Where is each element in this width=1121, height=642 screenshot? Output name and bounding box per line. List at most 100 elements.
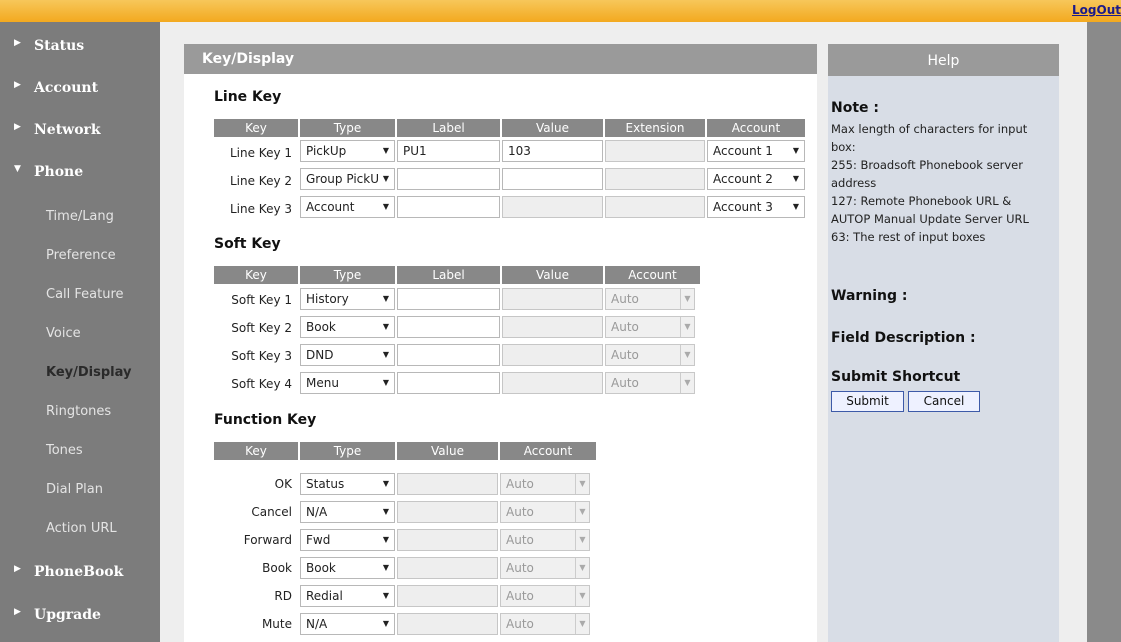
soft-key-account-select[interactable]: Auto ▼ xyxy=(605,344,695,366)
soft-key-type-select[interactable]: DND ▼ xyxy=(300,344,395,366)
line-key-value-input[interactable] xyxy=(502,168,603,190)
function-key-account-select[interactable]: Auto ▼ xyxy=(500,613,590,635)
column-header: Type xyxy=(300,442,395,460)
function-key-title: Function Key xyxy=(214,412,317,428)
line-key-value-input[interactable] xyxy=(502,196,603,218)
note-line: 63: The rest of input boxes xyxy=(831,230,986,244)
soft-key-value-input[interactable] xyxy=(502,372,603,394)
soft-key-label-input[interactable] xyxy=(397,372,500,394)
sidebar-item-preference[interactable]: Preference xyxy=(0,238,160,274)
chevron-down-icon: ▼ xyxy=(680,317,694,337)
function-key-type-select[interactable]: N/A ▼ xyxy=(300,501,395,523)
note-line: 127: Remote Phonebook URL & xyxy=(831,194,1012,208)
line-key-type-select[interactable]: Group PickU ▼ xyxy=(300,168,395,190)
function-key-account-select[interactable]: Auto ▼ xyxy=(500,557,590,579)
column-header: Key xyxy=(214,266,298,284)
function-key-type-select[interactable]: Fwd ▼ xyxy=(300,529,395,551)
triangle-right-icon: ▶ xyxy=(14,122,21,132)
function-key-value-input[interactable] xyxy=(397,473,498,495)
select-value: Status xyxy=(306,477,345,491)
line-key-type-select[interactable]: Account ▼ xyxy=(300,196,395,218)
sidebar-item-phone[interactable]: ▼ Phone xyxy=(0,154,160,190)
chevron-down-icon: ▼ xyxy=(382,619,389,628)
function-key-type-select[interactable]: Status ▼ xyxy=(300,473,395,495)
function-key-value-input[interactable] xyxy=(397,613,498,635)
column-header: Type xyxy=(300,119,395,137)
function-key-type-select[interactable]: N/A ▼ xyxy=(300,613,395,635)
function-key-type-select[interactable]: Redial ▼ xyxy=(300,585,395,607)
soft-key-value-input[interactable] xyxy=(502,316,603,338)
line-key-label: Line Key 1 xyxy=(229,146,292,160)
soft-key-type-select[interactable]: Book ▼ xyxy=(300,316,395,338)
function-key-value-input[interactable] xyxy=(397,529,498,551)
line-key-account-select[interactable]: Account 1 ▼ xyxy=(707,140,805,162)
soft-key-account-select[interactable]: Auto ▼ xyxy=(605,288,695,310)
sidebar-item-label: Upgrade xyxy=(34,607,101,623)
sidebar-item-label: Status xyxy=(34,38,85,54)
soft-key-label-input[interactable] xyxy=(397,344,500,366)
sidebar-item-ringtones[interactable]: Ringtones xyxy=(0,394,160,430)
sidebar-item-tones[interactable]: Tones xyxy=(0,433,160,469)
column-header: Extension xyxy=(605,119,705,137)
cancel-button[interactable]: Cancel xyxy=(908,391,980,412)
sidebar-item-key-display[interactable]: Key/Display xyxy=(0,355,160,391)
sidebar-item-call-feature[interactable]: Call Feature xyxy=(0,277,160,313)
select-value: Auto xyxy=(506,617,534,631)
soft-key-account-select[interactable]: Auto ▼ xyxy=(605,372,695,394)
select-value: Auto xyxy=(506,477,534,491)
function-key-account-select[interactable]: Auto ▼ xyxy=(500,473,590,495)
function-key-type-select[interactable]: Book ▼ xyxy=(300,557,395,579)
submit-shortcut-title: Submit Shortcut xyxy=(831,369,961,385)
soft-key-type-select[interactable]: Menu ▼ xyxy=(300,372,395,394)
sidebar-item-phonebook[interactable]: ▶ PhoneBook xyxy=(0,554,160,590)
submit-button[interactable]: Submit xyxy=(831,391,904,412)
line-key-label-input[interactable] xyxy=(397,168,500,190)
chevron-down-icon: ▼ xyxy=(382,350,389,359)
sidebar-item-time-lang[interactable]: Time/Lang xyxy=(0,199,160,235)
line-key-extension-input[interactable] xyxy=(605,140,705,162)
soft-key-value-input[interactable] xyxy=(502,344,603,366)
soft-key-value-input[interactable] xyxy=(502,288,603,310)
soft-key-type-select[interactable]: History ▼ xyxy=(300,288,395,310)
select-value: Account 3 xyxy=(713,200,773,214)
line-key-value-input[interactable]: 103 xyxy=(502,140,603,162)
sidebar-item-status[interactable]: ▶ Status xyxy=(0,28,160,64)
sidebar: ▶ Status ▶ Account ▶ Network ▼ Phone Time/La… xyxy=(0,22,160,642)
function-key-account-select[interactable]: Auto ▼ xyxy=(500,501,590,523)
chevron-down-icon: ▼ xyxy=(575,614,589,634)
sidebar-item-upgrade[interactable]: ▶ Upgrade xyxy=(0,597,160,633)
sidebar-item-network[interactable]: ▶ Network xyxy=(0,112,160,148)
column-header: Label xyxy=(397,119,500,137)
chevron-down-icon: ▼ xyxy=(382,507,389,516)
function-key-value-input[interactable] xyxy=(397,557,498,579)
function-key-account-select[interactable]: Auto ▼ xyxy=(500,529,590,551)
line-key-extension-input[interactable] xyxy=(605,168,705,190)
select-value: PickUp xyxy=(306,144,347,158)
soft-key-label: Soft Key 3 xyxy=(231,349,292,363)
select-value: Group PickU xyxy=(306,172,379,186)
line-key-label-input[interactable] xyxy=(397,196,500,218)
soft-key-label-input[interactable] xyxy=(397,288,500,310)
sidebar-item-action-url[interactable]: Action URL xyxy=(0,511,160,547)
line-key-label: Line Key 3 xyxy=(229,202,292,216)
line-key-account-select[interactable]: Account 3 ▼ xyxy=(707,196,805,218)
function-key-account-select[interactable]: Auto ▼ xyxy=(500,585,590,607)
function-key-label: Forward xyxy=(243,533,292,547)
line-key-type-select[interactable]: PickUp ▼ xyxy=(300,140,395,162)
top-bar: LogOut xyxy=(0,0,1121,22)
function-key-value-input[interactable] xyxy=(397,585,498,607)
function-key-value-input[interactable] xyxy=(397,501,498,523)
line-key-extension-input[interactable] xyxy=(605,196,705,218)
line-key-account-select[interactable]: Account 2 ▼ xyxy=(707,168,805,190)
column-header: Type xyxy=(300,266,395,284)
sidebar-item-voice[interactable]: Voice xyxy=(0,316,160,352)
soft-key-account-select[interactable]: Auto ▼ xyxy=(605,316,695,338)
soft-key-label-input[interactable] xyxy=(397,316,500,338)
note-line: 255: Broadsoft Phonebook server xyxy=(831,158,1023,172)
panel-title: Key/Display xyxy=(184,44,817,74)
chevron-down-icon: ▼ xyxy=(575,474,589,494)
logout-link[interactable]: LogOut xyxy=(1072,3,1121,17)
line-key-label-input[interactable]: PU1 xyxy=(397,140,500,162)
sidebar-item-dial-plan[interactable]: Dial Plan xyxy=(0,472,160,508)
sidebar-item-account[interactable]: ▶ Account xyxy=(0,70,160,106)
